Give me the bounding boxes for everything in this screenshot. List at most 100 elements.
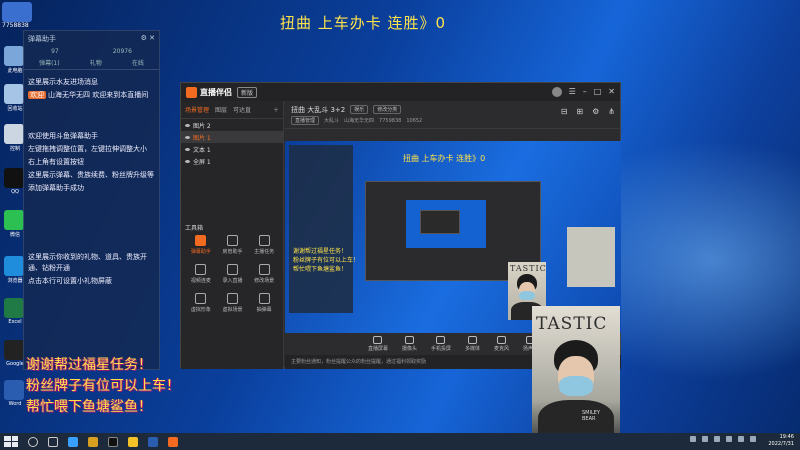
danmaku-icon — [195, 235, 207, 246]
preview-line: 粉丝牌子有位可以上车！ — [293, 257, 360, 264]
maximize-icon[interactable]: □ — [594, 87, 602, 97]
desktop-icon-label: Word — [8, 401, 22, 407]
tool-video-link[interactable]: 视频连麦 — [185, 264, 217, 284]
taskbar-app2-icon[interactable] — [128, 436, 138, 447]
windows-start-icon[interactable] — [4, 436, 18, 447]
volume-icon[interactable] — [750, 436, 756, 442]
scene-sidebar: 场景管理 图层 可达直 ＋ 图片 2 图片 1 文本 1 全屏 1 工具箱 弹幕… — [181, 101, 284, 369]
toolbox-title: 工具箱 — [185, 225, 204, 232]
lock-icon[interactable]: ⊟ — [561, 107, 568, 116]
camera-button[interactable]: 摄像头 — [402, 336, 417, 352]
tool-edit-scene[interactable]: 修改场景 — [248, 264, 280, 284]
tool-record[interactable]: 录入直播 — [217, 264, 249, 284]
chat-tab-danmaku[interactable]: 弹幕(1) — [39, 58, 60, 67]
task-view-icon[interactable] — [48, 436, 58, 447]
visibility-icon[interactable] — [185, 159, 190, 163]
chat-message: 这里展示水友进场消息 — [28, 78, 98, 86]
menu-icon[interactable]: ☰ — [569, 87, 576, 97]
tool-virtual-scene[interactable]: 虚拟场景 — [217, 293, 249, 313]
browser-icon[interactable] — [4, 256, 24, 276]
tool-label: 弹幕助手 — [190, 249, 211, 255]
scene-item[interactable]: 图片 2 — [181, 119, 283, 131]
button-label: 多媒体 — [465, 346, 481, 352]
recycle-bin-icon[interactable] — [4, 84, 24, 104]
stream-info: 扭曲 大乱斗 3+2 娱乐 修改分类 直播管理 大乱斗 山海无华无四 77598… — [285, 101, 621, 129]
visibility-icon[interactable] — [185, 123, 190, 127]
chat-tab-gifts[interactable]: 礼物 — [90, 58, 102, 67]
chat-message[interactable]: 点击本行可设置小礼物屏蔽 — [24, 275, 159, 288]
computer-icon[interactable] — [4, 46, 24, 66]
scene-item[interactable]: 图片 1 — [181, 131, 283, 143]
search-icon[interactable] — [28, 436, 38, 447]
chat-settings-icon[interactable]: ⚙ ✕ — [141, 34, 155, 44]
button-label: 麦克风 — [494, 346, 510, 352]
microphone-icon — [497, 336, 507, 344]
taskbar-app-icon[interactable] — [68, 436, 78, 447]
overlay-text-line: 谢谢帮过福星任务！ — [26, 357, 152, 373]
qq-icon[interactable] — [4, 168, 24, 188]
control-panel-icon[interactable] — [4, 124, 24, 144]
chat-message: 欢迎 山海无华无四 欢迎来到本直播间 — [24, 89, 159, 102]
visibility-icon[interactable] — [185, 147, 190, 151]
chat-message-text: 山海无华无四 欢迎来到本直播间 — [48, 91, 149, 99]
toolbox-grid: 弹幕助手 房管助手 主播任务 视频连麦 录入直播 修改场景 虚拟形象 虚拟场景 … — [185, 235, 280, 313]
tool-label: 主播任务 — [254, 249, 275, 255]
tool-room-manager[interactable]: 房管助手 — [217, 235, 249, 255]
wechat-icon[interactable] — [4, 210, 24, 230]
tool-label: 虚拟形象 — [190, 307, 211, 313]
scene-item[interactable]: 文本 1 — [181, 143, 283, 155]
chat-welcome-tag: 欢迎 — [28, 91, 46, 99]
stream-preview[interactable]: 扭曲 上车办卡 连胜》0 谢谢帮过福星任务！ 粉丝牌子有位可以上车！ 帮忙喂下鱼… — [285, 141, 621, 333]
taskbar-word-icon[interactable] — [148, 436, 158, 447]
scene-item[interactable]: 全屏 1 — [181, 155, 283, 167]
clock-time: 19:46 — [779, 434, 794, 440]
danmaku-chat-panel[interactable]: 弹幕助手 ⚙ ✕ 97 20976 弹幕(1) 礼物 在线 这里展示水友进场消息… — [23, 30, 160, 370]
version-badge[interactable]: 新版 — [237, 86, 258, 98]
system-clock[interactable]: 19:46 2022/7/31 — [768, 434, 794, 448]
visibility-icon[interactable] — [185, 135, 190, 139]
network-icon[interactable] — [738, 436, 744, 442]
tool-virtual-avatar[interactable]: 虚拟形象 — [185, 293, 217, 313]
settings-icon[interactable]: ⚙ — [592, 107, 599, 116]
save-icon[interactable]: ⊞ — [576, 107, 583, 116]
chat-tab-online[interactable]: 在线 — [132, 58, 144, 67]
chat-stat-heat: 20976 — [112, 48, 132, 55]
taskbar-streamer-icon[interactable] — [168, 436, 178, 447]
close-icon[interactable]: ✕ — [608, 87, 615, 97]
taskbar-google-icon[interactable] — [108, 436, 118, 447]
tab-scene-manager[interactable]: 场景管理 — [185, 105, 209, 114]
edit-category-button[interactable]: 修改分类 — [373, 105, 402, 114]
minimize-icon[interactable]: – — [583, 87, 587, 97]
tool-streamer-task[interactable]: 主播任务 — [248, 235, 280, 255]
share-icon[interactable]: ⋔ — [608, 107, 615, 116]
preview-camera — [567, 227, 615, 287]
tool-label: 修改场景 — [254, 278, 275, 284]
scene-icon — [226, 293, 238, 304]
phone-cast-button[interactable]: 手机投屏 — [431, 336, 451, 352]
microphone-button[interactable]: 麦克风 — [494, 336, 509, 352]
tray-icon[interactable] — [702, 436, 708, 442]
stream-title[interactable]: 扭曲 大乱斗 3+2 — [291, 105, 345, 115]
google-icon[interactable] — [4, 340, 24, 360]
person-mask — [519, 291, 535, 300]
add-scene-icon[interactable]: ＋ — [273, 105, 279, 114]
screen-capture-button[interactable]: 直播屏幕 — [368, 336, 388, 352]
tool-label: 录入直播 — [222, 278, 243, 284]
excel-icon[interactable] — [4, 298, 24, 318]
tray-icon[interactable] — [726, 436, 732, 442]
word-icon[interactable] — [4, 380, 24, 400]
tray-icon[interactable] — [690, 436, 696, 442]
tool-danmaku-assistant[interactable]: 弹幕助手 — [185, 235, 217, 255]
scene-item-label: 图片 1 — [193, 134, 211, 142]
tool-lottery[interactable]: 抽弹幕 — [248, 293, 280, 313]
chat-panel-title: 弹幕助手 — [28, 35, 56, 43]
tab-other[interactable]: 可达直 — [233, 105, 251, 114]
taskbar-folder-icon[interactable] — [88, 436, 98, 447]
tab-layers[interactable]: 图层 — [215, 105, 227, 114]
tray-icon[interactable] — [714, 436, 720, 442]
media-button[interactable]: 多媒体 — [465, 336, 480, 352]
camera-icon — [404, 336, 414, 344]
user-avatar[interactable] — [551, 87, 562, 97]
room-manage-button[interactable]: 直播管理 — [291, 116, 320, 125]
app-titlebar: 直播伴侣 新版 ☰ – □ ✕ — [181, 83, 620, 101]
